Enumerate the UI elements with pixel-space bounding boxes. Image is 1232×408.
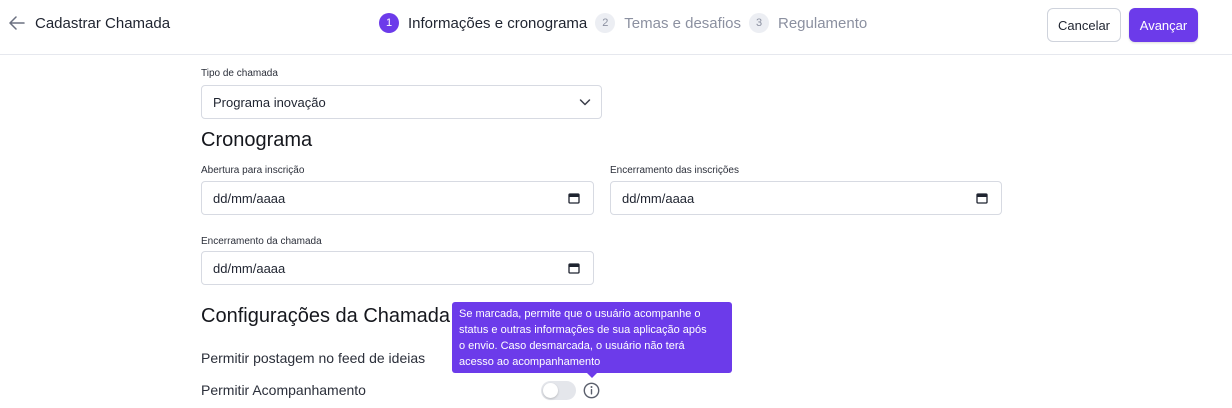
next-button[interactable]: Avançar [1129, 8, 1198, 42]
cancel-button[interactable]: Cancelar [1047, 8, 1121, 42]
registration-close-label: Encerramento das inscrições [610, 165, 739, 176]
stepper: 1 Informações e cronograma 2 Temas e des… [379, 13, 875, 33]
allow-feed-post-label: Permitir postagem no feed de ideias [201, 350, 426, 366]
step-number: 3 [749, 13, 769, 33]
call-type-select[interactable]: Programa inovação [201, 85, 602, 119]
schedule-title: Cronograma [201, 129, 313, 151]
allow-tracking-toggle[interactable] [541, 381, 576, 400]
step-themes-challenges[interactable]: 2 Temas e desafios [595, 13, 741, 33]
step-label: Informações e cronograma [408, 14, 588, 32]
date-placeholder: dd/mm/aaaa [213, 260, 286, 276]
step-info-schedule[interactable]: 1 Informações e cronograma [379, 13, 587, 33]
calendar-icon[interactable] [568, 262, 580, 274]
tooltip-line: status e outras informações de sua aplic… [459, 324, 707, 336]
step-label: Temas e desafios [624, 14, 741, 32]
page-title: Cadastrar Chamada [35, 15, 171, 32]
tooltip-line: Se marcada, permite que o usuário acompa… [459, 308, 701, 320]
call-type-label: Tipo de chamada [201, 68, 278, 79]
step-regulation[interactable]: 3 Regulamento [749, 13, 867, 33]
calendar-icon[interactable] [976, 192, 988, 204]
info-icon[interactable] [583, 382, 600, 399]
step-number: 2 [595, 13, 616, 33]
arrow-left-icon [9, 16, 25, 30]
registration-open-date-input[interactable]: dd/mm/aaaa [201, 181, 594, 215]
call-close-label: Encerramento da chamada [201, 236, 322, 247]
toggle-knob [543, 383, 558, 398]
date-placeholder: dd/mm/aaaa [213, 190, 286, 206]
tooltip-arrow [586, 372, 598, 378]
step-number: 1 [379, 13, 399, 33]
chevron-down-icon [579, 99, 591, 106]
call-type-value: Programa inovação [213, 94, 326, 110]
date-placeholder: dd/mm/aaaa [622, 190, 695, 206]
tooltip-line: acesso ao acompanhamento [459, 356, 601, 368]
allow-tracking-label: Permitir Acompanhamento [201, 382, 366, 398]
settings-title: Configurações da Chamada [201, 305, 451, 327]
step-label: Regulamento [778, 14, 868, 32]
tracking-tooltip: Se marcada, permite que o usuário acompa… [452, 302, 732, 373]
registration-open-label: Abertura para inscrição [201, 165, 305, 176]
back-button[interactable] [6, 12, 28, 34]
calendar-icon[interactable] [568, 192, 580, 204]
registration-close-date-input[interactable]: dd/mm/aaaa [610, 181, 1002, 215]
call-close-date-input[interactable]: dd/mm/aaaa [201, 251, 594, 285]
tooltip-line: o envio. Caso desmarcada, o usuário não … [459, 340, 685, 352]
top-bar: Cadastrar Chamada 1 Informações e cronog… [0, 0, 1232, 55]
